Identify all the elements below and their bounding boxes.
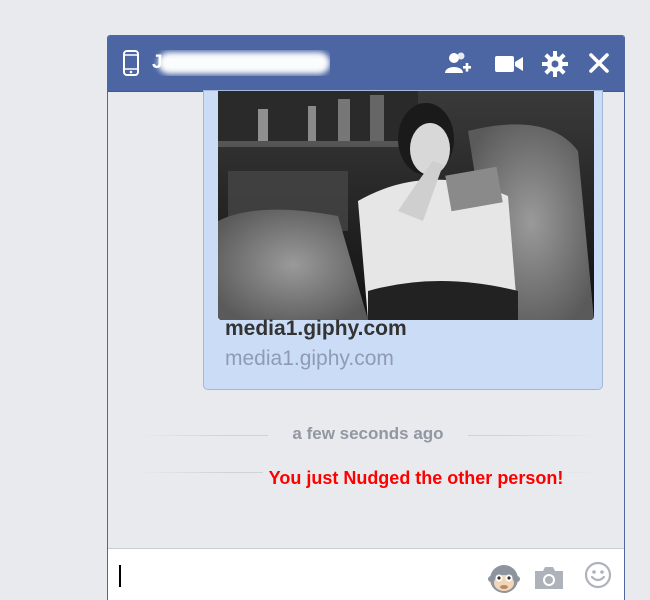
emoji-icon[interactable] — [584, 561, 612, 589]
camera-icon[interactable] — [533, 565, 565, 591]
message-timestamp: a few seconds ago — [268, 424, 468, 444]
chat-window: J — [107, 35, 625, 600]
phone-icon — [123, 50, 139, 76]
video-camera-icon[interactable] — [494, 53, 524, 75]
shared-link-attachment[interactable]: media1.giphy.com media1.giphy.com — [203, 90, 603, 390]
add-friend-icon[interactable] — [444, 51, 472, 77]
name-redaction — [158, 52, 330, 74]
contact-name[interactable]: J — [152, 50, 330, 76]
sticker-icon[interactable] — [488, 563, 520, 595]
message-composer[interactable] — [108, 548, 624, 600]
message-input[interactable] — [116, 559, 480, 591]
chat-titlebar[interactable]: J — [108, 36, 624, 92]
gear-icon[interactable] — [542, 51, 568, 77]
link-title[interactable]: media1.giphy.com — [225, 317, 407, 341]
nudge-notice-text: You just Nudged the other person! — [262, 468, 570, 488]
close-icon[interactable] — [587, 51, 611, 75]
gif-preview-image[interactable] — [218, 91, 594, 320]
link-domain: media1.giphy.com — [225, 347, 394, 370]
text-caret — [119, 565, 121, 587]
message-thread[interactable]: media1.giphy.com media1.giphy.com a few … — [108, 90, 624, 548]
nudge-notice: You just Nudged the other person! — [108, 468, 624, 489]
